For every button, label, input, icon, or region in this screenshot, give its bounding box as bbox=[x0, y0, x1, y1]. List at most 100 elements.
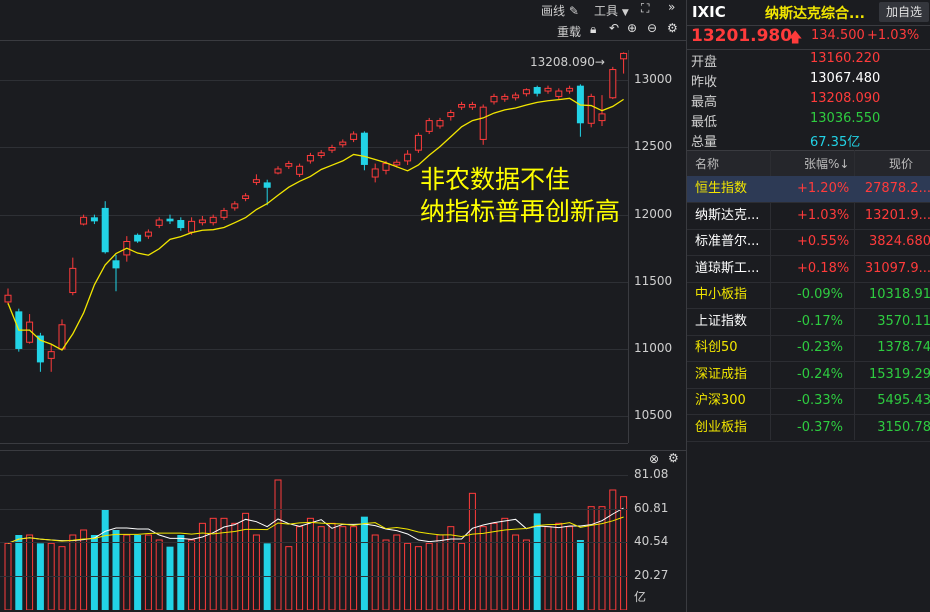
volume-tick-label: 亿 bbox=[634, 590, 647, 604]
draw-label: 画线 bbox=[541, 4, 566, 18]
volume-bar bbox=[274, 479, 282, 610]
volume-bar bbox=[26, 534, 34, 610]
volume-bar bbox=[393, 534, 401, 610]
index-row[interactable]: 恒生指数 +1.20% 27878.2... bbox=[687, 176, 930, 203]
header-name[interactable]: 名称 bbox=[695, 151, 719, 177]
volume-gridline bbox=[0, 474, 628, 476]
index-name: 标准普尔... bbox=[695, 234, 760, 249]
candle bbox=[285, 160, 293, 169]
stat-label: 昨收 bbox=[691, 75, 718, 90]
quote-panel: IXIC 纳斯达克综合... 加自选 13201.980 🡅 134.500 +… bbox=[686, 0, 930, 612]
volume-bar bbox=[134, 535, 142, 610]
index-row[interactable]: 创业板指 -0.37% 3150.78 bbox=[687, 415, 930, 442]
volume-settings-icon[interactable]: ⚙ bbox=[668, 451, 679, 465]
candlestick-chart[interactable] bbox=[0, 40, 628, 443]
volume-gridline bbox=[0, 576, 628, 578]
lock-icon[interactable]: 🔒︎ bbox=[590, 22, 596, 37]
volume-bar bbox=[620, 496, 628, 610]
index-row[interactable]: 上证指数 -0.17% 3570.11 bbox=[687, 309, 930, 336]
candle bbox=[436, 117, 444, 129]
index-price: 3570.11 bbox=[877, 313, 930, 329]
index-row[interactable]: 深证成指 -0.24% 15319.29 bbox=[687, 362, 930, 389]
index-row[interactable]: 纳斯达克... +1.03% 13201.9... bbox=[687, 203, 930, 230]
expand-right-icon[interactable]: » bbox=[668, 0, 675, 14]
fullscreen-icon[interactable]: ⛶ bbox=[641, 1, 649, 16]
volume-bar bbox=[587, 506, 595, 610]
index-change-pct: -0.09% bbox=[797, 287, 843, 302]
index-name: 上证指数 bbox=[695, 313, 748, 329]
candle bbox=[144, 229, 152, 239]
candle bbox=[576, 84, 584, 137]
index-name: 纳斯达克... bbox=[695, 207, 760, 223]
zoom-out-icon[interactable]: ⊖ bbox=[647, 21, 657, 35]
news-headline-2: 纳指标普再创新高 bbox=[420, 197, 621, 226]
candle bbox=[555, 88, 563, 100]
index-name: 中小板指 bbox=[695, 287, 748, 302]
volume-gridline bbox=[0, 542, 628, 544]
index-row[interactable]: 标准普尔... +0.55% 3824.680 bbox=[687, 229, 930, 256]
volume-bar bbox=[285, 546, 293, 610]
candle bbox=[371, 163, 379, 183]
add-watchlist-button[interactable]: 加自选 bbox=[879, 2, 929, 22]
candle bbox=[252, 174, 260, 186]
close-volume-icon[interactable]: ⊗ bbox=[649, 452, 659, 466]
candle bbox=[404, 150, 412, 165]
candle bbox=[533, 85, 541, 97]
zoom-in-icon[interactable]: ⊕ bbox=[627, 21, 637, 35]
volume-tick-label: 81.08 bbox=[634, 466, 669, 481]
index-price: 27878.2... bbox=[864, 181, 930, 196]
tools-button[interactable]: 工具 ▼ bbox=[594, 2, 629, 19]
volume-bar bbox=[317, 526, 325, 610]
volume-bar bbox=[414, 546, 422, 610]
pencil-icon: ✎ bbox=[568, 4, 579, 18]
volume-tick-label: 40.54 bbox=[634, 534, 669, 549]
index-name: 道琼斯工... bbox=[695, 260, 760, 276]
high-price-marker: 13208.090→ bbox=[530, 55, 605, 69]
index-row[interactable]: 中小板指 -0.09% 10318.91 bbox=[687, 282, 930, 309]
index-change-pct: -0.33% bbox=[797, 393, 843, 408]
stat-value: 13160.220 bbox=[810, 51, 881, 66]
index-row[interactable]: 沪深300 -0.33% 5495.43 bbox=[687, 388, 930, 415]
header-price[interactable]: 现价 bbox=[889, 151, 913, 177]
volume-bar bbox=[188, 539, 196, 610]
index-row[interactable]: 科创50 -0.23% 1378.74 bbox=[687, 335, 930, 362]
draw-button[interactable]: 画线 ✎ bbox=[541, 2, 579, 19]
index-change-pct: +0.55% bbox=[797, 234, 850, 249]
last-price: 13201.980 bbox=[691, 26, 793, 46]
stat-label: 最高 bbox=[691, 95, 718, 110]
candle bbox=[414, 132, 422, 153]
candle bbox=[522, 88, 530, 97]
index-price: 15319.29 bbox=[868, 366, 930, 382]
index-price: 31097.9... bbox=[864, 260, 930, 276]
candle bbox=[566, 85, 574, 94]
candle bbox=[101, 201, 109, 254]
candle bbox=[242, 193, 250, 202]
index-row[interactable]: 道琼斯工... +0.18% 31097.9... bbox=[687, 256, 930, 283]
index-change-pct: +1.20% bbox=[797, 181, 850, 196]
candle bbox=[220, 207, 228, 221]
price-tick-label: 11000 bbox=[634, 340, 673, 355]
volume-bar bbox=[566, 526, 574, 610]
tools-label: 工具 bbox=[594, 4, 619, 18]
index-change-pct: -0.23% bbox=[797, 340, 843, 355]
candle bbox=[479, 104, 487, 145]
volume-tick-label: 20.27 bbox=[634, 568, 669, 583]
header-pct[interactable]: 张幅%↓ bbox=[804, 151, 849, 177]
candle bbox=[198, 215, 206, 226]
candle bbox=[209, 214, 217, 226]
reset-button[interactable]: 重载 bbox=[557, 23, 581, 40]
volume-bar bbox=[123, 534, 131, 610]
chart-bottom-border bbox=[0, 443, 628, 444]
index-price: 13201.9... bbox=[864, 207, 930, 223]
candle bbox=[544, 85, 552, 94]
volume-chart[interactable] bbox=[0, 460, 628, 610]
candle bbox=[155, 217, 163, 229]
volume-bar bbox=[166, 546, 174, 610]
settings-icon[interactable]: ⚙ bbox=[667, 21, 678, 35]
price-change-pct: +1.03% bbox=[867, 28, 920, 43]
volume-bar bbox=[296, 526, 304, 610]
volume-bar bbox=[576, 540, 584, 610]
undo-icon[interactable]: ↶ bbox=[609, 21, 619, 35]
volume-bar bbox=[360, 516, 368, 610]
index-name: 创业板指 bbox=[695, 419, 748, 435]
